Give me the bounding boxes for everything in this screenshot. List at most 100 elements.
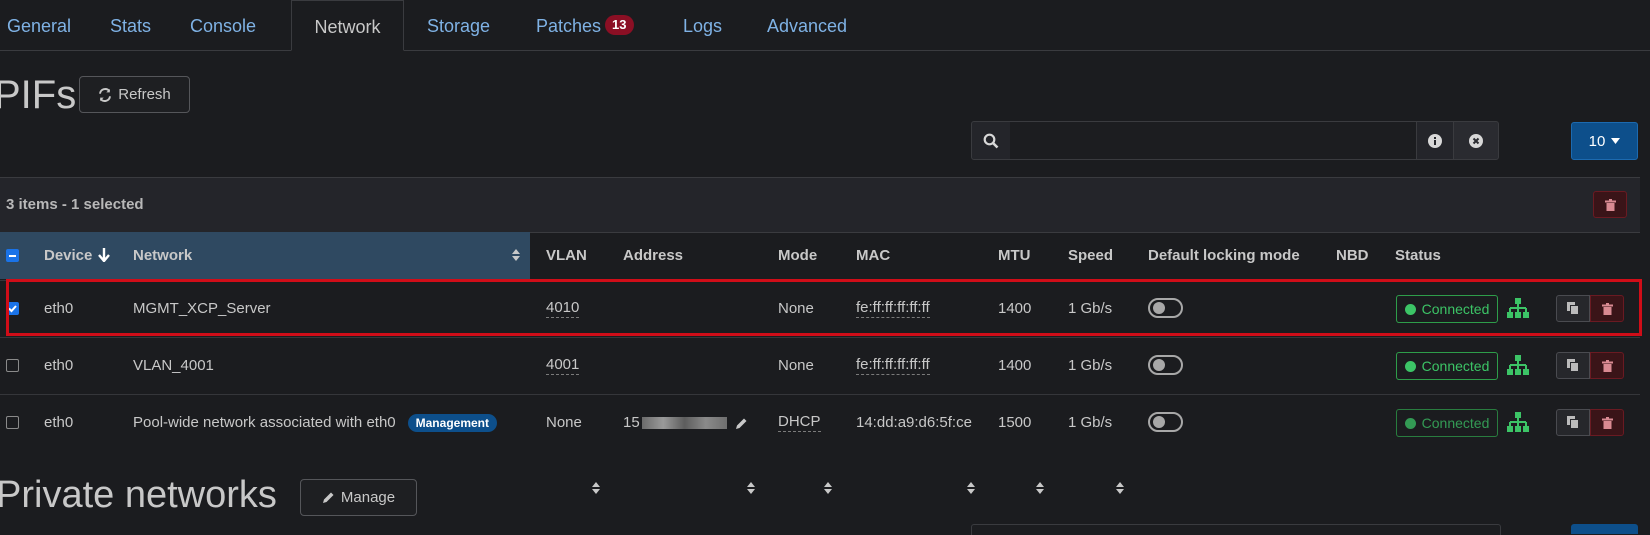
tab-stats[interactable]: Stats xyxy=(110,0,151,50)
copy-button[interactable] xyxy=(1556,352,1590,379)
tab-storage[interactable]: Storage xyxy=(427,0,490,50)
sort-desc-icon xyxy=(98,248,110,262)
tab-bar: General Stats Console Network Storage Pa… xyxy=(0,0,1650,51)
tab-console[interactable]: Console xyxy=(190,0,256,50)
delete-button[interactable] xyxy=(1590,409,1624,436)
tab-label: Console xyxy=(190,16,257,36)
tab-logs[interactable]: Logs xyxy=(683,0,722,50)
row-checkbox[interactable] xyxy=(6,302,19,315)
redacted-address xyxy=(641,417,727,430)
delete-button[interactable] xyxy=(1590,295,1624,322)
page-size-dropdown[interactable]: 10 xyxy=(1571,122,1638,160)
column-device[interactable]: Device xyxy=(32,232,120,279)
column-default-locking-mode: Default locking mode xyxy=(1148,232,1300,279)
column-address[interactable]: Address xyxy=(623,232,683,279)
copy-button[interactable] xyxy=(1556,409,1590,436)
status-badge[interactable]: Connected xyxy=(1396,295,1498,323)
column-network[interactable]: Network xyxy=(120,232,530,279)
info-icon xyxy=(1428,133,1442,148)
clear-icon xyxy=(1469,133,1483,148)
network-icon[interactable] xyxy=(1507,297,1529,319)
select-all-cell xyxy=(0,232,32,279)
address-value: 15 xyxy=(623,414,640,431)
tab-label: Storage xyxy=(427,16,491,36)
column-speed[interactable]: Speed xyxy=(1068,232,1113,279)
cell-device: eth0 xyxy=(44,300,74,317)
cell-vlan: None xyxy=(546,414,582,431)
manage-button[interactable]: Manage xyxy=(300,479,417,516)
tab-advanced[interactable]: Advanced xyxy=(767,0,847,50)
manage-label: Manage xyxy=(340,489,396,506)
private-networks-page-size[interactable] xyxy=(1571,524,1638,534)
cell-mtu: 1400 xyxy=(998,357,1032,374)
pencil-icon[interactable] xyxy=(735,417,748,430)
delete-button[interactable] xyxy=(1590,352,1624,379)
delete-selected-button[interactable] xyxy=(1593,191,1627,218)
status-label: Connected xyxy=(1421,415,1490,431)
cell-speed: 1 Gb/s xyxy=(1068,357,1113,374)
column-mtu[interactable]: MTU xyxy=(998,232,1031,279)
sort-icon xyxy=(747,482,755,494)
search-info-button[interactable] xyxy=(1416,121,1454,160)
trash-icon xyxy=(1601,416,1613,429)
cell-mode[interactable]: DHCP xyxy=(778,413,821,432)
cell-mtu: 1400 xyxy=(998,300,1032,317)
tab-label: Logs xyxy=(683,16,723,36)
cell-speed: 1 Gb/s xyxy=(1068,414,1113,431)
locking-mode-toggle[interactable] xyxy=(1148,355,1183,375)
network-icon[interactable] xyxy=(1507,411,1529,433)
refresh-button[interactable]: Refresh xyxy=(79,76,190,113)
sort-icon xyxy=(1036,482,1044,494)
cell-speed: 1 Gb/s xyxy=(1068,300,1113,317)
cell-vlan[interactable]: 4010 xyxy=(546,299,580,318)
private-networks-search[interactable] xyxy=(971,524,1501,535)
cell-mode: None xyxy=(778,300,814,317)
private-networks-title: Private networks xyxy=(0,474,277,516)
status-badge[interactable]: Connected xyxy=(1396,352,1498,380)
column-mode[interactable]: Mode xyxy=(778,232,817,279)
cell-network: VLAN_4001 xyxy=(133,357,214,374)
row-checkbox[interactable] xyxy=(6,416,19,429)
search-clear-button[interactable] xyxy=(1453,121,1499,160)
sort-icon xyxy=(592,482,600,494)
copy-icon xyxy=(1567,416,1579,429)
selection-bar: 3 items - 1 selected xyxy=(0,177,1640,233)
select-all-checkbox[interactable] xyxy=(6,249,19,262)
search-input[interactable] xyxy=(1010,121,1416,160)
locking-mode-toggle[interactable] xyxy=(1148,412,1183,432)
cell-mac: fe:ff:ff:ff:ff:ff xyxy=(856,356,930,375)
table-row[interactable]: eth0 MGMT_XCP_Server 4010 None fe:ff:ff:… xyxy=(0,280,1640,336)
network-name: Pool-wide network associated with eth0 xyxy=(133,414,396,431)
row-checkbox[interactable] xyxy=(6,359,19,372)
trash-icon xyxy=(1601,302,1613,315)
cell-network: MGMT_XCP_Server xyxy=(133,300,271,317)
table-row[interactable]: eth0 VLAN_4001 4001 None fe:ff:ff:ff:ff:… xyxy=(0,337,1640,393)
column-label: Status xyxy=(1395,247,1441,264)
status-label: Connected xyxy=(1421,358,1490,374)
cell-vlan[interactable]: 4001 xyxy=(546,356,580,375)
check-icon xyxy=(8,305,17,313)
patches-count-badge: 13 xyxy=(605,15,634,36)
row-actions xyxy=(1556,295,1624,322)
cell-mtu: 1500 xyxy=(998,414,1032,431)
tab-network[interactable]: Network xyxy=(291,0,404,51)
network-icon[interactable] xyxy=(1507,354,1529,376)
sort-icon xyxy=(967,482,975,494)
cell-network: Pool-wide network associated with eth0 Ma… xyxy=(133,395,497,450)
cell-address[interactable]: 15 xyxy=(623,395,748,450)
tab-label: Network xyxy=(314,17,381,37)
copy-icon xyxy=(1567,359,1579,372)
locking-mode-toggle[interactable] xyxy=(1148,298,1183,318)
tab-general[interactable]: General xyxy=(7,0,71,50)
column-mac[interactable]: MAC xyxy=(856,232,890,279)
status-dot xyxy=(1404,303,1416,315)
table-row[interactable]: eth0 Pool-wide network associated with e… xyxy=(0,394,1640,450)
cell-mac: 14:dd:a9:d6:5f:ce xyxy=(856,414,972,431)
refresh-label: Refresh xyxy=(118,86,171,103)
tab-patches[interactable]: Patches 13 xyxy=(536,0,634,50)
column-label: Network xyxy=(133,247,193,264)
column-vlan[interactable]: VLAN xyxy=(546,232,587,279)
copy-button[interactable] xyxy=(1556,295,1590,322)
cell-device: eth0 xyxy=(44,414,74,431)
column-nbd: NBD xyxy=(1336,232,1369,279)
